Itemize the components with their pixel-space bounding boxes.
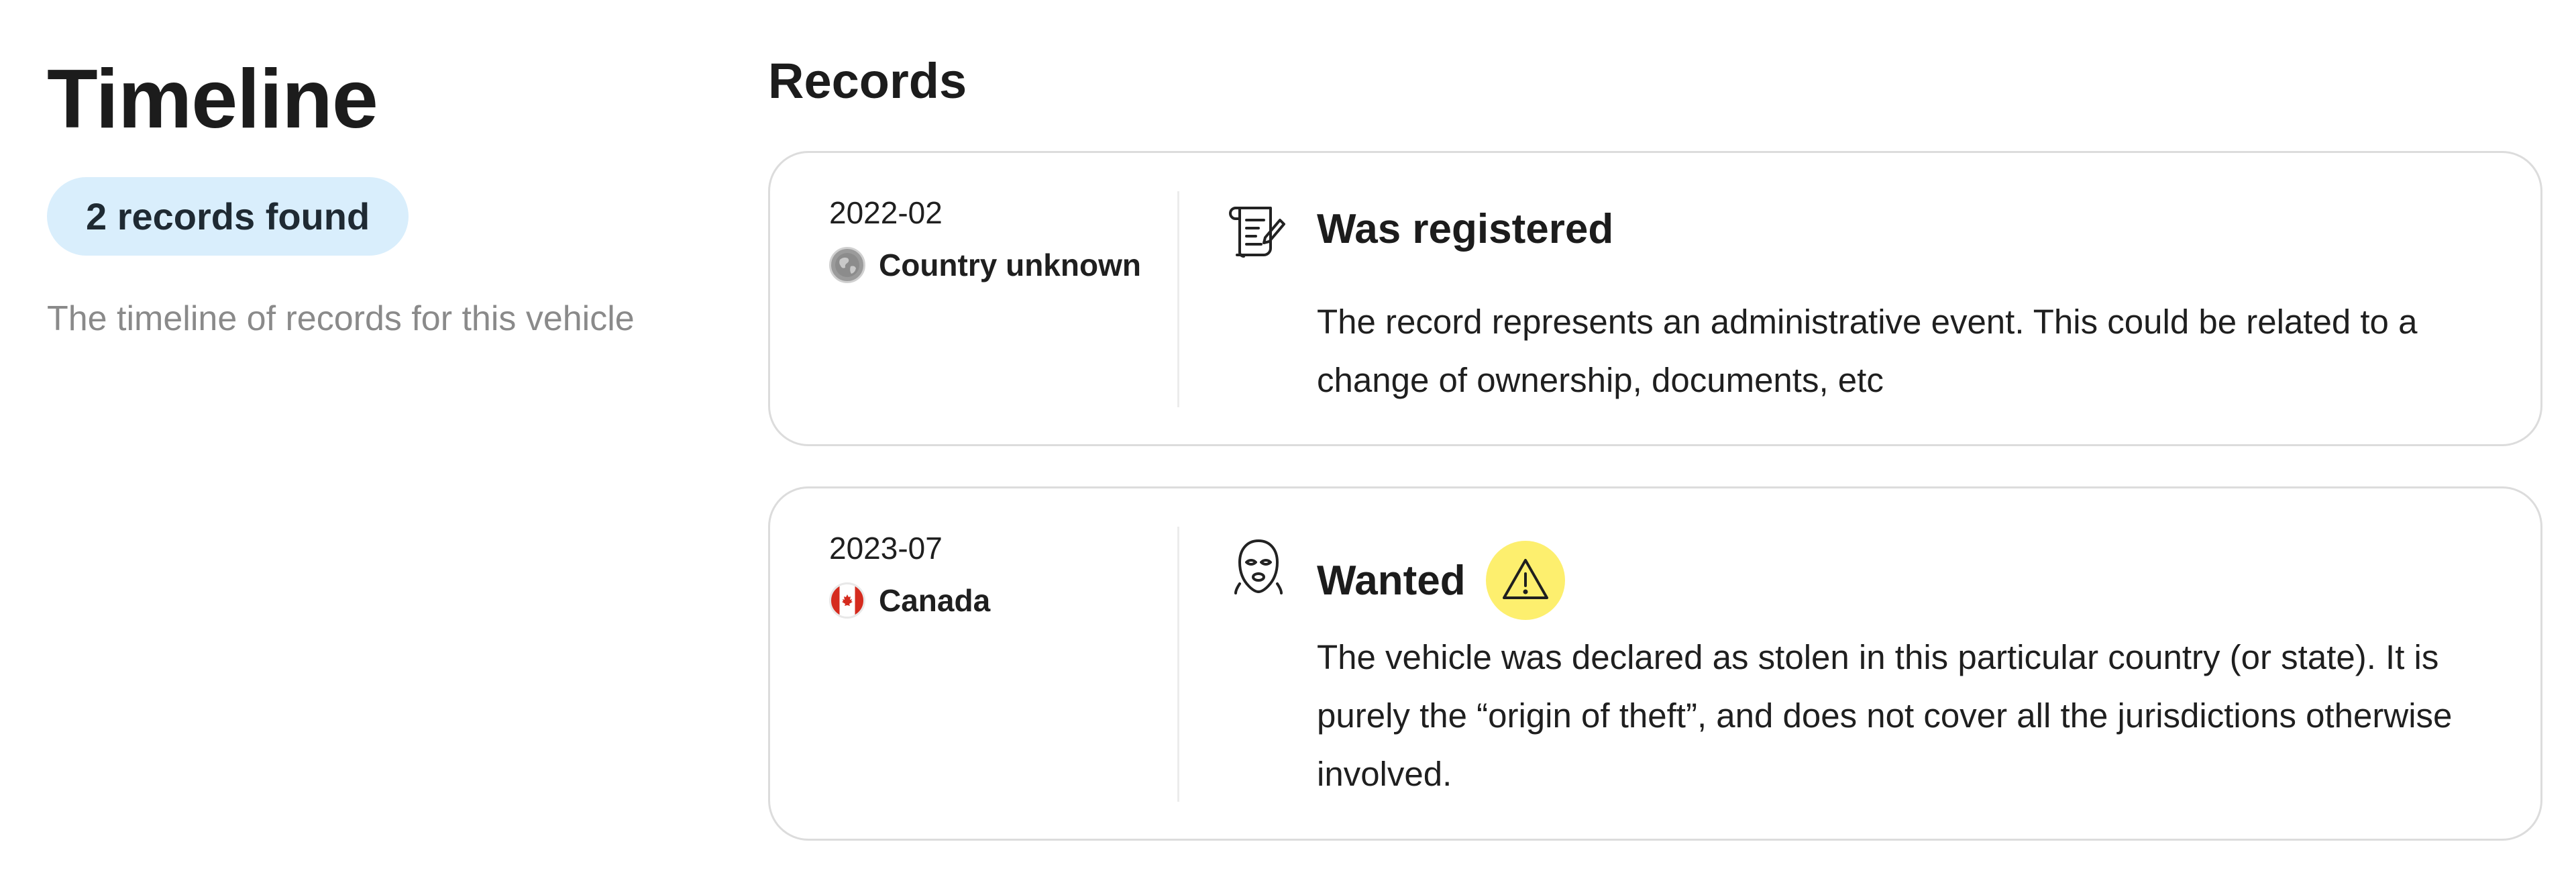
- record-title-label: Was registered: [1317, 206, 1614, 252]
- records-heading: Records: [768, 53, 967, 109]
- registration-document-icon: [1226, 200, 1291, 264]
- record-country-label: Canada: [879, 583, 991, 618]
- divider: [1177, 191, 1179, 407]
- record-title-label: Wanted: [1317, 557, 1466, 604]
- timeline-panel: Timeline 2 records found The timeline of…: [47, 54, 718, 339]
- record-description: The vehicle was declared as stolen in th…: [1317, 638, 2453, 793]
- timeline-description: The timeline of records for this vehicle: [47, 299, 635, 339]
- record-title: Was registered: [1317, 205, 1613, 253]
- record-country: Country unknown: [829, 247, 1141, 283]
- record-card: 2023-07 Canada Wanted The vehicle was de…: [768, 486, 2542, 841]
- record-description: The record represents an administrative …: [1317, 303, 2418, 399]
- record-title: Wanted: [1317, 541, 1565, 620]
- record-date: 2023-07: [829, 531, 943, 566]
- canada-flag-icon: [829, 582, 865, 619]
- record-date: 2022-02: [829, 195, 943, 230]
- page: Timeline 2 records found The timeline of…: [0, 0, 2576, 889]
- warning-icon: [1485, 541, 1565, 620]
- divider: [1177, 527, 1179, 802]
- record-meta: 2023-07 Canada: [829, 530, 990, 619]
- record-meta: 2022-02 Country unknown: [829, 195, 1141, 283]
- thief-mask-icon: [1226, 535, 1291, 600]
- record-country-label: Country unknown: [879, 248, 1141, 282]
- records-panel: Records 2022-02 Country unknown Was regi…: [768, 52, 2542, 841]
- globe-icon: [829, 247, 865, 283]
- page-title: Timeline: [47, 53, 378, 146]
- record-country: Canada: [829, 582, 990, 619]
- record-card: 2022-02 Country unknown Was registered T…: [768, 151, 2542, 446]
- records-count-badge: 2 records found: [47, 177, 409, 256]
